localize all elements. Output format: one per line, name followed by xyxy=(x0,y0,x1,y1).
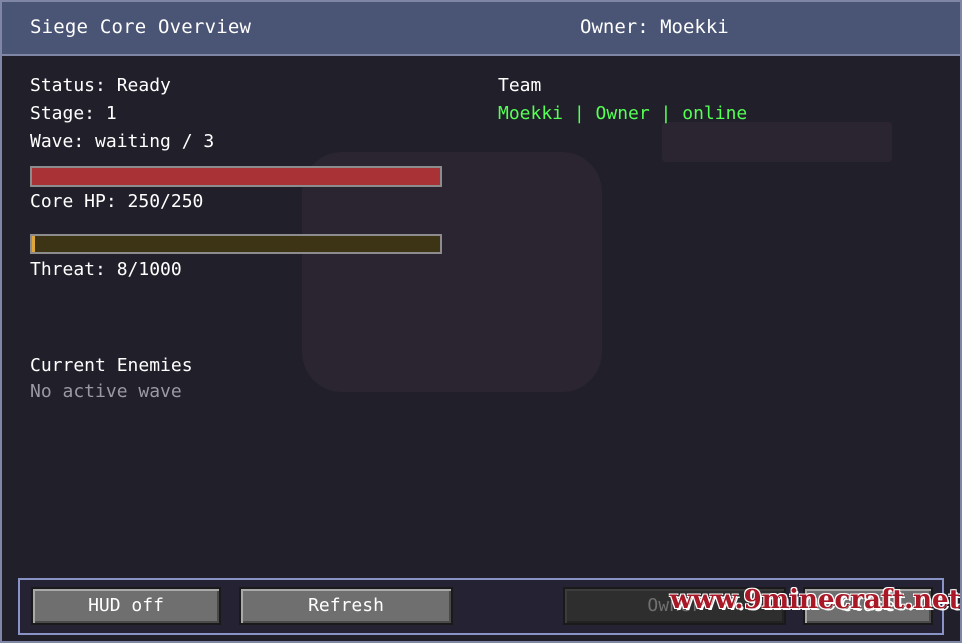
window-header: Siege Core Overview Owner: Moekki xyxy=(2,2,960,56)
siege-core-window: Siege Core Overview Owner: Moekki Status… xyxy=(0,0,962,643)
window-title: Siege Core Overview xyxy=(30,16,252,38)
core-hp-bar-fill xyxy=(32,168,440,185)
background-core-silhouette xyxy=(302,152,602,392)
site-watermark: www.9minecraft.net xyxy=(670,585,961,615)
core-hp-bar xyxy=(30,166,442,187)
team-member-row: Moekki | Owner | online xyxy=(498,103,748,124)
wave-text: Wave: waiting / 3 xyxy=(30,131,215,152)
stage-text: Stage: 1 xyxy=(30,103,117,124)
core-hp-label: Core HP: 250/250 xyxy=(30,191,204,212)
owner-label: Owner: Moekki xyxy=(580,16,729,38)
refresh-button[interactable]: Refresh xyxy=(239,587,453,625)
threat-bar xyxy=(30,234,442,254)
threat-bar-fill xyxy=(32,236,36,252)
enemies-empty-text: No active wave xyxy=(30,381,182,402)
current-enemies-heading: Current Enemies xyxy=(30,355,193,376)
status-text: Status: Ready xyxy=(30,75,171,96)
threat-label: Threat: 8/1000 xyxy=(30,259,182,280)
background-block-shape xyxy=(662,122,892,162)
hud-toggle-button[interactable]: HUD off xyxy=(31,587,221,625)
team-heading: Team xyxy=(498,75,542,96)
